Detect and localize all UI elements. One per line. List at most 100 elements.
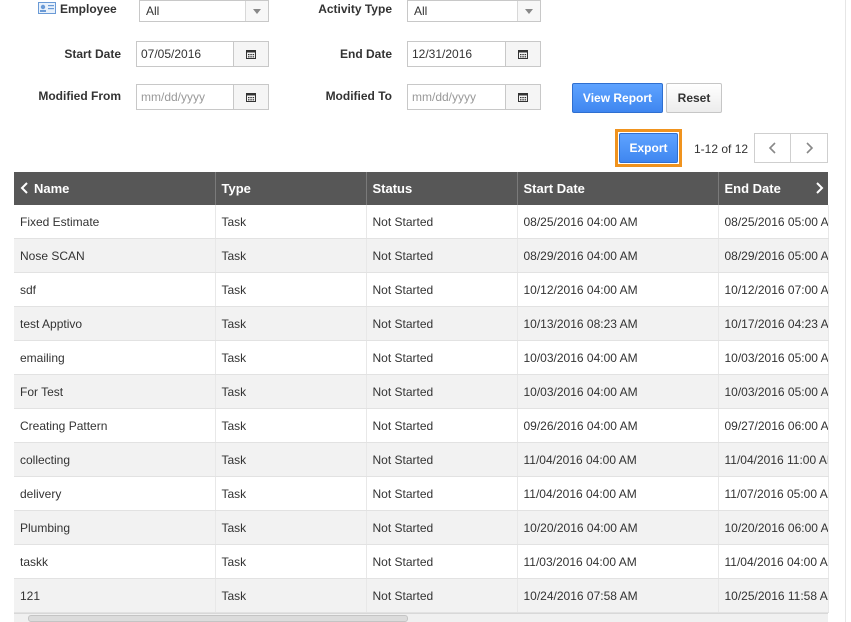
modified-from-input[interactable]: mm/dd/yyyy: [136, 84, 234, 110]
activity-type-select-value: All: [414, 4, 428, 18]
table-cell: 121: [14, 578, 216, 613]
table-row[interactable]: delivery Task Not Started 11/04/2016 04:00 …: [14, 476, 829, 511]
column-header-label: Name: [34, 181, 70, 196]
modified-to-placeholder: mm/dd/yyyy: [412, 90, 477, 104]
table-cell: 10/25/2016 11:58 AM: [718, 578, 829, 613]
scroll-right-icon[interactable]: [814, 182, 824, 194]
calendar-icon: [518, 50, 528, 59]
table-cell: 10/24/2016 07:58 AM: [517, 578, 719, 613]
scroll-left-icon[interactable]: [20, 182, 30, 194]
table-cell: Task: [215, 306, 367, 341]
table-cell: Nose SCAN: [14, 238, 216, 273]
table-cell: 10/03/2016 05:00 AM: [718, 374, 829, 409]
table-row[interactable]: For Test Task Not Started 10/03/2016 04:00 …: [14, 374, 829, 409]
table-row[interactable]: sdf Task Not Started 10/12/2016 04:00 AM 10/…: [14, 272, 829, 307]
table-cell: Task: [215, 408, 367, 443]
chevron-down-icon: [517, 1, 540, 21]
column-header-status[interactable]: Status: [366, 172, 518, 205]
table-cell: Task: [215, 476, 367, 511]
end-date-input[interactable]: 12/31/2016: [407, 41, 506, 67]
column-header-name[interactable]: Name: [14, 172, 216, 205]
export-button[interactable]: Export: [619, 133, 678, 163]
table-cell: Task: [215, 442, 367, 477]
column-header-label: Status: [372, 181, 413, 196]
table-row[interactable]: Creating Pattern Task Not Started 09/26/201…: [14, 408, 829, 443]
horizontal-scrollbar[interactable]: [14, 613, 828, 622]
table-cell: Fixed Estimate: [14, 205, 216, 239]
table-cell: 10/03/2016 04:00 AM: [517, 340, 719, 375]
pagination-range: 1-12 of 12: [694, 142, 749, 156]
modified-from-placeholder: mm/dd/yyyy: [141, 90, 206, 104]
table-cell: 10/12/2016 04:00 AM: [517, 272, 719, 307]
table-cell: 11/04/2016 04:00 AM: [718, 544, 829, 579]
table-cell: Not Started: [366, 578, 518, 613]
table-cell: Task: [215, 374, 367, 409]
start-date-label: Start Date: [64, 47, 121, 61]
calendar-icon: [246, 93, 256, 102]
calendar-icon: [518, 93, 528, 102]
table-cell: Not Started: [366, 340, 518, 375]
employee-select[interactable]: All: [139, 0, 269, 22]
end-date-value: 12/31/2016: [412, 47, 473, 61]
table-row[interactable]: test Apptivo Task Not Started 10/13/2016 08…: [14, 306, 829, 341]
table-cell: delivery: [14, 476, 216, 511]
table-cell: collecting: [14, 442, 216, 477]
table-cell: Task: [215, 340, 367, 375]
prev-page-button[interactable]: [754, 133, 791, 163]
table-row[interactable]: 121 Task Not Started 10/24/2016 07:58 AM 10/…: [14, 578, 829, 613]
reset-button[interactable]: Reset: [666, 83, 722, 113]
table-cell: 08/25/2016 05:00 AM: [718, 205, 829, 239]
modified-from-calendar-button[interactable]: [233, 84, 269, 110]
calendar-icon: [246, 50, 256, 59]
table-cell: Not Started: [366, 205, 518, 239]
employee-select-value: All: [146, 4, 160, 18]
table-cell: Not Started: [366, 544, 518, 579]
start-date-value: 07/05/2016: [141, 47, 202, 61]
end-date-label: End Date: [339, 47, 392, 61]
table-cell: 09/26/2016 04:00 AM: [517, 408, 719, 443]
employee-label: Employee: [60, 2, 117, 16]
table-row[interactable]: collecting Task Not Started 11/04/2016 04:0…: [14, 442, 829, 477]
table-cell: Task: [215, 544, 367, 579]
table-cell: 10/13/2016 08:23 AM: [517, 306, 719, 341]
chevron-right-icon: [806, 142, 814, 154]
table-cell: Not Started: [366, 238, 518, 273]
table-cell: 10/20/2016 04:00 AM: [517, 510, 719, 545]
start-date-input[interactable]: 07/05/2016: [136, 41, 234, 67]
column-header-type[interactable]: Type: [215, 172, 367, 205]
table-cell: Not Started: [366, 442, 518, 477]
table-cell: 10/12/2016 07:00 AM: [718, 272, 829, 307]
end-date-calendar-button[interactable]: [505, 41, 541, 67]
employee-icon: [38, 2, 56, 14]
column-header-start-date[interactable]: Start Date: [517, 172, 719, 205]
table-cell: Not Started: [366, 374, 518, 409]
table-cell: 08/25/2016 04:00 AM: [517, 205, 719, 239]
table-cell: 11/04/2016 04:00 AM: [517, 476, 719, 511]
table-cell: Not Started: [366, 306, 518, 341]
table-cell: taskk: [14, 544, 216, 579]
modified-to-calendar-button[interactable]: [505, 84, 541, 110]
activity-type-select[interactable]: All: [407, 0, 541, 22]
table-row[interactable]: Fixed Estimate Task Not Started 08/25/2016 …: [14, 205, 829, 239]
table-cell: 11/03/2016 04:00 AM: [517, 544, 719, 579]
activity-table: Name Type Status Start Date End Date Fix…: [14, 172, 829, 613]
table-cell: Not Started: [366, 272, 518, 307]
start-date-calendar-button[interactable]: [233, 41, 269, 67]
table-cell: 08/29/2016 05:00 AM: [718, 238, 829, 273]
table-header-row: Name Type Status Start Date End Date: [14, 172, 828, 205]
view-report-button[interactable]: View Report: [572, 83, 663, 113]
table-row[interactable]: Nose SCAN Task Not Started 08/29/2016 04:00…: [14, 238, 829, 273]
column-header-label: Type: [221, 181, 251, 196]
column-header-end-date[interactable]: End Date: [718, 172, 828, 205]
table-row[interactable]: Plumbing Task Not Started 10/20/2016 04:00 …: [14, 510, 829, 545]
table-row[interactable]: emailing Task Not Started 10/03/2016 04:00 …: [14, 340, 829, 375]
table-cell: Task: [215, 238, 367, 273]
table-cell: Not Started: [366, 510, 518, 545]
table-row[interactable]: taskk Task Not Started 11/03/2016 04:00 AM 1…: [14, 544, 829, 579]
table-cell: 08/29/2016 04:00 AM: [517, 238, 719, 273]
table-cell: Creating Pattern: [14, 408, 216, 443]
table-body: Fixed Estimate Task Not Started 08/25/2016 …: [14, 205, 829, 613]
next-page-button[interactable]: [790, 133, 828, 163]
modified-to-input[interactable]: mm/dd/yyyy: [407, 84, 506, 110]
scrollbar-thumb[interactable]: [28, 615, 408, 622]
